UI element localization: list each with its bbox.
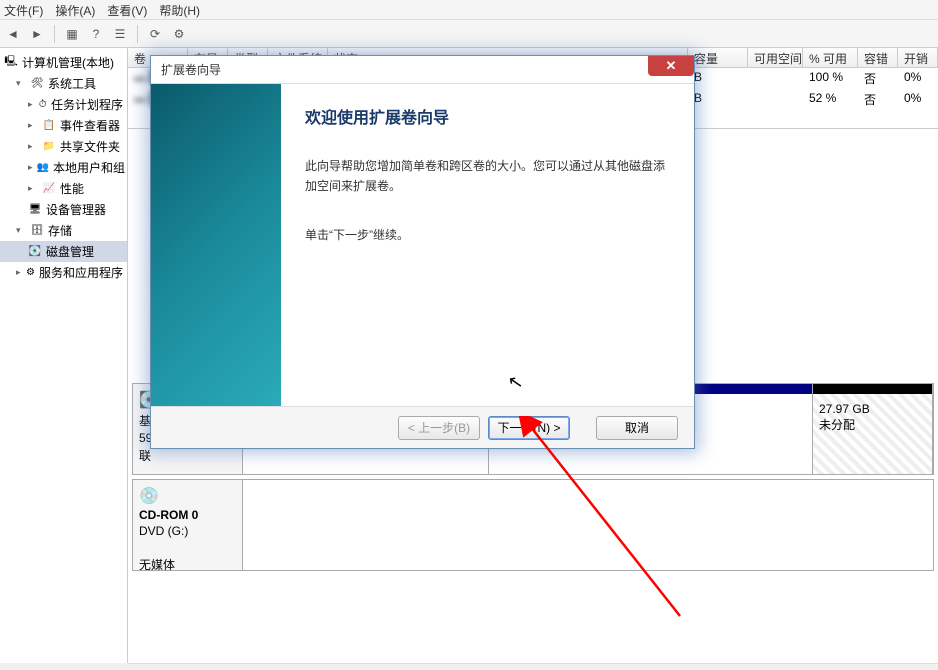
event-icon: 📋 <box>42 119 56 133</box>
tree-devmgr[interactable]: 🖥 设备管理器 <box>0 199 127 220</box>
cell: 100 % <box>803 70 858 87</box>
tree-label: 计算机管理(本地) <box>22 54 114 71</box>
folder-icon: 📁 <box>42 140 56 154</box>
menu-view[interactable]: 查看(V) <box>107 2 147 17</box>
nav-fwd-icon[interactable]: ► <box>28 25 46 43</box>
tree-root[interactable]: 🖳 计算机管理(本地) <box>0 52 127 73</box>
partition-size: 27.97 GB <box>819 402 926 416</box>
expander-icon: ▾ <box>16 225 26 236</box>
tree-label: 事件查看器 <box>60 117 120 134</box>
list-icon[interactable]: ☰ <box>111 25 129 43</box>
tree-label: 本地用户和组 <box>53 159 125 176</box>
services-icon: ⚙ <box>26 266 35 280</box>
partition-bar <box>813 384 932 394</box>
expander-icon: ▸ <box>28 99 34 110</box>
expander-icon: ▾ <box>16 78 26 89</box>
partition-status: 未分配 <box>819 416 926 433</box>
cell <box>748 70 803 87</box>
menu-bar: 文件(F) 操作(A) 查看(V) 帮助(H) <box>0 0 938 20</box>
refresh-icon[interactable]: ⟳ <box>146 25 164 43</box>
cdrom-status: 无媒体 <box>139 556 236 573</box>
close-button[interactable]: ✕ <box>648 56 694 76</box>
toolbar: ◄ ► ▦ ? ☰ ⟳ ⚙ <box>0 20 938 48</box>
cdrom-row: 💿 CD-ROM 0 DVD (G:) 无媒体 <box>132 479 934 571</box>
users-icon: 👥 <box>37 161 49 175</box>
expander-icon: ▸ <box>28 141 38 152</box>
tree-diskmgmt[interactable]: 💽 磁盘管理 <box>0 241 127 262</box>
tree-label: 性能 <box>60 180 84 197</box>
cell: 0% <box>898 91 938 108</box>
dialog-title: 扩展卷向导 <box>161 61 221 78</box>
cell: 否 <box>858 91 898 108</box>
menu-help[interactable]: 帮助(H) <box>159 2 200 17</box>
expander-icon: ▸ <box>28 120 38 131</box>
tree-perf[interactable]: ▸ 📈 性能 <box>0 178 127 199</box>
cancel-button[interactable]: 取消 <box>596 416 678 440</box>
tree-localusers[interactable]: ▸ 👥 本地用户和组 <box>0 157 127 178</box>
status-bar <box>128 663 938 670</box>
tree-services[interactable]: ▸ ⚙ 服务和应用程序 <box>0 262 127 283</box>
menu-file[interactable]: 文件(F) <box>4 2 43 17</box>
settings-icon[interactable]: ⚙ <box>170 25 188 43</box>
col-pct[interactable]: % 可用 <box>803 48 858 67</box>
col-fault[interactable]: 容错 <box>858 48 898 67</box>
tree-label: 磁盘管理 <box>46 243 94 260</box>
separator <box>137 25 138 43</box>
cell: B <box>688 70 748 87</box>
expander-icon: ▸ <box>28 162 33 173</box>
help-icon[interactable]: ? <box>87 25 105 43</box>
cdrom-label[interactable]: 💿 CD-ROM 0 DVD (G:) 无媒体 <box>133 480 243 570</box>
clock-icon: ⏱ <box>38 98 47 112</box>
wizard-buttonbar: < 上一步(B) 下一步(N) > 取消 <box>151 406 694 448</box>
wizard-paragraph: 单击“下一步”继续。 <box>305 225 670 245</box>
wizard-content: 欢迎使用扩展卷向导 此向导帮助您增加简单卷和跨区卷的大小。您可以通过从其他磁盘添… <box>281 84 694 406</box>
cdrom-drive: DVD (G:) <box>139 524 236 538</box>
tree-storage[interactable]: ▾ 🗄 存储 <box>0 220 127 241</box>
expander-icon: ▸ <box>28 183 38 194</box>
wizard-heading: 欢迎使用扩展卷向导 <box>305 104 670 128</box>
computer-icon: 🖳 <box>4 56 18 70</box>
next-button[interactable]: 下一步(N) > <box>488 416 570 440</box>
cell <box>748 91 803 108</box>
disk-icon: 💽 <box>28 245 42 259</box>
tree-systools[interactable]: ▾ 🛠 系统工具 <box>0 73 127 94</box>
col-free[interactable]: 可用空间 <box>748 48 803 67</box>
wizard-sidebar-image <box>151 84 281 406</box>
tree-label: 设备管理器 <box>46 201 106 218</box>
col-over[interactable]: 开销 <box>898 48 938 67</box>
nav-back-icon[interactable]: ◄ <box>4 25 22 43</box>
cdrom-icon: 💿 <box>139 486 236 506</box>
cell: 否 <box>858 70 898 87</box>
tree-label: 存储 <box>48 222 72 239</box>
tree-shared[interactable]: ▸ 📁 共享文件夹 <box>0 136 127 157</box>
tree-label: 任务计划程序 <box>51 96 123 113</box>
tree-label: 共享文件夹 <box>60 138 120 155</box>
properties-icon[interactable]: ▦ <box>63 25 81 43</box>
disk-status: 联 <box>139 447 236 464</box>
tree-eventviewer[interactable]: ▸ 📋 事件查看器 <box>0 115 127 136</box>
cdrom-name: CD-ROM 0 <box>139 508 236 522</box>
separator <box>54 25 55 43</box>
menu-action[interactable]: 操作(A) <box>55 2 95 17</box>
cell: B <box>688 91 748 108</box>
partition-unallocated[interactable]: 27.97 GB 未分配 <box>813 384 933 474</box>
storage-icon: 🗄 <box>30 224 44 238</box>
extend-volume-wizard: 扩展卷向导 ✕ 欢迎使用扩展卷向导 此向导帮助您增加简单卷和跨区卷的大小。您可以… <box>150 55 695 449</box>
wizard-paragraph: 此向导帮助您增加简单卷和跨区卷的大小。您可以通过从其他磁盘添加空间来扩展卷。 <box>305 156 670 197</box>
tree-label: 服务和应用程序 <box>39 264 123 281</box>
cell: 52 % <box>803 91 858 108</box>
nav-tree: 🖳计算机管理(本地) ▾🛠系统工具 ▸⏱任务计划程序 ▸📋事件查看器 ▸📁共享文… <box>0 48 128 663</box>
expander-icon: ▸ <box>16 267 22 278</box>
dialog-titlebar[interactable]: 扩展卷向导 ✕ <box>151 56 694 84</box>
device-icon: 🖥 <box>28 203 42 217</box>
tools-icon: 🛠 <box>30 77 44 91</box>
tree-scheduler[interactable]: ▸ ⏱ 任务计划程序 <box>0 94 127 115</box>
back-button: < 上一步(B) <box>398 416 480 440</box>
tree-label: 系统工具 <box>48 75 96 92</box>
cell: 0% <box>898 70 938 87</box>
col-cap[interactable]: 容量 <box>688 48 748 67</box>
perf-icon: 📈 <box>42 182 56 196</box>
